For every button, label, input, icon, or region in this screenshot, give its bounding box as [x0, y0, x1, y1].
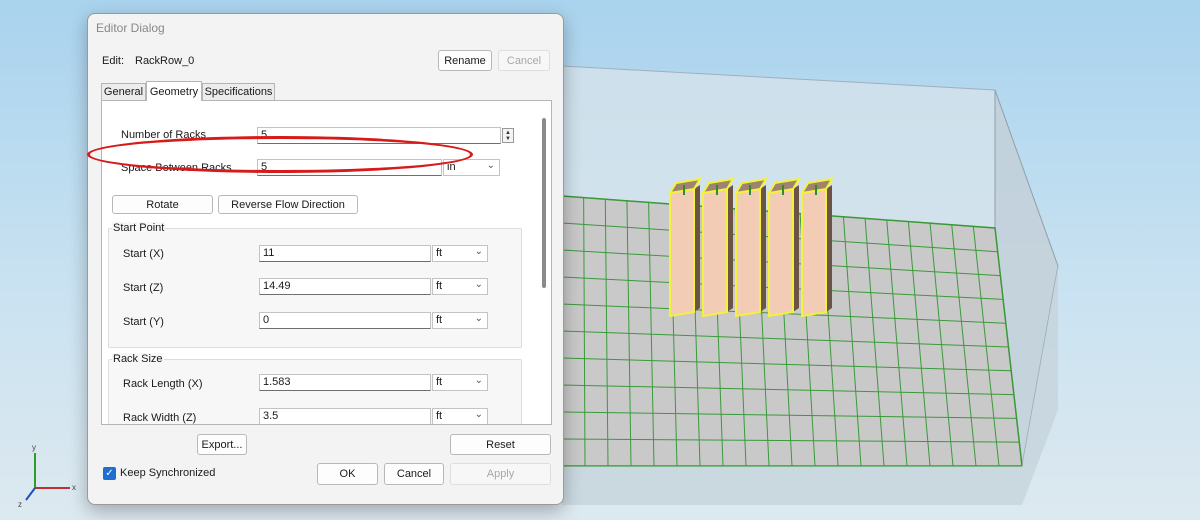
export-button[interactable]: Export...	[197, 434, 247, 455]
cancel-button[interactable]: Cancel	[384, 463, 444, 485]
start-x-unit: ft	[436, 247, 443, 259]
rack-front-face	[735, 187, 761, 318]
rack[interactable]	[767, 177, 801, 318]
rack-length-unit-select[interactable]: ft ⌄	[432, 374, 488, 391]
start-z-input[interactable]: 14.49	[259, 278, 431, 295]
rack-width-input[interactable]: 3.5	[259, 408, 431, 424]
rack-size-title: Rack Size	[112, 353, 164, 365]
ok-button[interactable]: OK	[317, 463, 378, 485]
start-point-title: Start Point	[112, 222, 166, 234]
editor-dialog: Editor Dialog Edit: RackRow_0 Rename Can…	[87, 13, 564, 505]
dialog-title: Editor Dialog	[96, 21, 165, 35]
tab-specifications[interactable]: Specifications	[202, 83, 275, 100]
start-z-unit-select[interactable]: ft ⌄	[432, 278, 488, 295]
rack[interactable]	[800, 177, 834, 318]
chevron-down-icon: ⌄	[474, 279, 483, 290]
axis-z-label: z	[18, 500, 22, 509]
edit-object-name: RackRow_0	[135, 55, 195, 67]
start-y-input[interactable]: 0	[259, 312, 431, 329]
axis-y-label: y	[32, 443, 36, 452]
rack-length-input[interactable]: 1.583	[259, 374, 431, 391]
chevron-down-icon: ⌄	[474, 246, 483, 257]
rack[interactable]	[701, 177, 735, 318]
axis-x-label: x	[72, 483, 76, 492]
rack-row[interactable]	[668, 177, 834, 318]
scrollbar-thumb[interactable]	[542, 118, 546, 288]
reverse-flow-direction-button[interactable]: Reverse Flow Direction	[218, 195, 358, 214]
start-y-unit-select[interactable]: ft ⌄	[432, 312, 488, 329]
edit-label: Edit:	[102, 55, 125, 67]
rack[interactable]	[668, 177, 702, 318]
rack-length-unit: ft	[436, 376, 443, 388]
rack-front-face	[702, 187, 728, 318]
reset-button[interactable]: Reset	[450, 434, 551, 455]
start-z-unit: ft	[436, 280, 443, 292]
cancel-edit-button[interactable]: Cancel	[498, 50, 550, 71]
rack-front-face	[669, 187, 695, 318]
keep-synchronized-checkbox[interactable]: ✓	[103, 467, 116, 480]
rack-width-unit-select[interactable]: ft ⌄	[432, 408, 488, 424]
start-y-label: Start (Y)	[123, 316, 164, 328]
start-y-unit: ft	[436, 314, 443, 326]
rack-width-label: Rack Width (Z)	[123, 412, 197, 424]
axis-gizmo	[25, 453, 70, 501]
tab-geometry[interactable]: Geometry	[146, 81, 202, 101]
apply-button[interactable]: Apply	[450, 463, 551, 485]
start-x-input[interactable]: 11	[259, 245, 431, 262]
rename-button[interactable]: Rename	[438, 50, 492, 71]
rack-size-group: Rack Size Rack Length (X) 1.583 ft ⌄ Rac…	[108, 353, 522, 424]
start-point-group: Start Point Start (X) 11 ft ⌄ Start (Z) …	[108, 222, 522, 348]
rack-front-face	[801, 187, 827, 318]
keep-synchronized-label: Keep Synchronized	[120, 467, 216, 479]
rack-width-unit: ft	[436, 410, 443, 422]
number-of-racks-stepper[interactable]: ▲ ▼	[502, 128, 514, 143]
chevron-down-icon: ⌄	[474, 375, 483, 386]
rack-front-face	[768, 187, 794, 318]
highlight-ellipse	[87, 136, 473, 173]
chevron-down-icon: ⌄	[486, 160, 495, 171]
rack[interactable]	[734, 177, 768, 318]
start-x-label: Start (X)	[123, 248, 164, 260]
start-x-unit-select[interactable]: ft ⌄	[432, 245, 488, 262]
rack-length-label: Rack Length (X)	[123, 378, 203, 390]
start-z-label: Start (Z)	[123, 282, 164, 294]
rotate-button[interactable]: Rotate	[112, 195, 213, 214]
chevron-down-icon: ⌄	[474, 313, 483, 324]
tab-general[interactable]: General	[101, 83, 146, 100]
chevron-down-icon: ⌄	[474, 409, 483, 420]
panel-scrollbar[interactable]	[539, 103, 549, 421]
